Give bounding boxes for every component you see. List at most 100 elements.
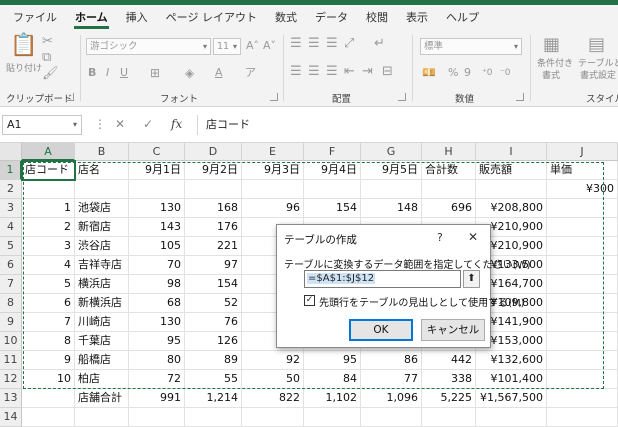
align-bottom-icon[interactable]: ☰: [326, 37, 338, 51]
column-header-f[interactable]: F: [304, 143, 361, 161]
cell-h13[interactable]: 5,225: [422, 389, 476, 408]
column-header-c[interactable]: C: [129, 143, 185, 161]
bold-icon[interactable]: B: [88, 66, 96, 80]
align-left-icon[interactable]: ☰: [290, 65, 302, 79]
cell-b14[interactable]: [75, 408, 129, 427]
tab-formulas[interactable]: 数式: [266, 5, 306, 31]
font-name-combo[interactable]: 游ゴシック ▾: [86, 38, 211, 55]
currency-icon[interactable]: 💴: [422, 66, 436, 80]
conditional-formatting-label[interactable]: 条件付き: [537, 59, 573, 69]
cell-h14[interactable]: [422, 408, 476, 427]
copy-icon[interactable]: ⧉: [42, 51, 51, 65]
name-box[interactable]: A1 ▾: [2, 115, 82, 135]
column-header-g[interactable]: G: [361, 143, 422, 161]
row-header-5[interactable]: 5: [0, 237, 22, 256]
alignment-launcher-icon[interactable]: [398, 93, 406, 101]
align-right-icon[interactable]: ☰: [326, 65, 338, 79]
tab-help[interactable]: ヘルプ: [437, 5, 488, 31]
row-header-3[interactable]: 3: [0, 199, 22, 218]
fill-color-icon[interactable]: ◈: [185, 66, 194, 80]
grow-font-icon[interactable]: A˄: [246, 39, 259, 53]
italic-icon[interactable]: I: [106, 66, 109, 80]
column-header-d[interactable]: D: [185, 143, 242, 161]
tab-data[interactable]: データ: [306, 5, 357, 31]
row-header-8[interactable]: 8: [0, 294, 22, 313]
number-launcher-icon[interactable]: [516, 93, 524, 101]
percent-icon[interactable]: %: [448, 66, 458, 80]
tab-view[interactable]: 表示: [397, 5, 437, 31]
comma-icon[interactable]: 9: [464, 66, 471, 80]
paste-icon[interactable]: 📋: [10, 35, 37, 57]
decrease-indent-icon[interactable]: ⇤: [344, 65, 355, 79]
row-header-10[interactable]: 10: [0, 332, 22, 351]
cell-g14[interactable]: [361, 408, 422, 427]
font-launcher-icon[interactable]: [270, 93, 278, 101]
cell-c14[interactable]: [129, 408, 185, 427]
borders-icon[interactable]: ⊞: [150, 66, 160, 80]
increase-indent-icon[interactable]: ⇥: [362, 65, 373, 79]
insert-function-icon[interactable]: fx: [171, 117, 182, 131]
tab-home[interactable]: ホーム: [66, 5, 117, 31]
column-header-i[interactable]: I: [476, 143, 547, 161]
enter-icon[interactable]: ✓: [143, 117, 153, 131]
row-header-7[interactable]: 7: [0, 275, 22, 294]
align-top-icon[interactable]: ☰: [290, 37, 302, 51]
cell-a14[interactable]: [22, 408, 75, 427]
tab-review[interactable]: 校閲: [357, 5, 397, 31]
wrap-text-icon[interactable]: ↵: [374, 37, 385, 51]
cell-a13[interactable]: [22, 389, 75, 408]
font-color-icon[interactable]: A: [215, 66, 223, 80]
column-header-a[interactable]: A: [22, 143, 75, 161]
increase-decimal-icon[interactable]: ⁺0: [482, 66, 492, 80]
column-header-j[interactable]: J: [547, 143, 618, 161]
cell-j13[interactable]: [547, 389, 618, 408]
column-header-h[interactable]: H: [422, 143, 476, 161]
underline-icon[interactable]: U: [120, 66, 128, 80]
header-row-checkbox-label[interactable]: 先頭行をテーブルの見出しとして使用する(M): [319, 294, 525, 309]
row-header-11[interactable]: 11: [0, 351, 22, 370]
orientation-icon[interactable]: ⤢: [344, 37, 354, 51]
column-header-e[interactable]: E: [242, 143, 304, 161]
cell-i14[interactable]: [476, 408, 547, 427]
cell-j14[interactable]: [547, 408, 618, 427]
cell-e13[interactable]: 822: [242, 389, 304, 408]
row-header-6[interactable]: 6: [0, 256, 22, 275]
cancel-icon[interactable]: ✕: [115, 117, 125, 131]
row-header-14[interactable]: 14: [0, 408, 22, 427]
column-header-b[interactable]: B: [75, 143, 129, 161]
row-header-4[interactable]: 4: [0, 218, 22, 237]
tab-page-layout[interactable]: ページ レイアウト: [157, 5, 266, 31]
format-as-table-icon[interactable]: ▤: [588, 36, 605, 54]
cut-icon[interactable]: ✂: [42, 35, 53, 49]
row-header-12[interactable]: 12: [0, 370, 22, 389]
cell-g13[interactable]: 1,096: [361, 389, 422, 408]
conditional-formatting-label-2[interactable]: 書式: [542, 71, 560, 81]
row-header-1[interactable]: 1: [0, 161, 22, 180]
align-middle-icon[interactable]: ☰: [308, 37, 320, 51]
header-row-checkbox[interactable]: ✓: [304, 295, 315, 306]
cancel-button[interactable]: キャンセル: [421, 319, 485, 341]
formula-input[interactable]: 店コード: [197, 115, 618, 135]
cell-c13[interactable]: 991: [129, 389, 185, 408]
select-all-corner[interactable]: [0, 143, 22, 161]
decrease-decimal-icon[interactable]: ⁻0: [500, 66, 510, 80]
close-icon[interactable]: ✕: [468, 230, 478, 244]
range-input[interactable]: =$A$1:$J$12: [304, 270, 461, 288]
font-size-combo[interactable]: 11 ▾: [213, 38, 241, 55]
number-format-combo[interactable]: 標準 ▾: [420, 38, 522, 55]
ok-button[interactable]: OK: [349, 319, 413, 341]
cell-f13[interactable]: 1,102: [304, 389, 361, 408]
row-header-13[interactable]: 13: [0, 389, 22, 408]
phonetic-icon[interactable]: ア: [245, 66, 256, 80]
cell-d13[interactable]: 1,214: [185, 389, 242, 408]
paste-label[interactable]: 貼り付け: [6, 64, 42, 74]
cell-e14[interactable]: [242, 408, 304, 427]
shrink-font-icon[interactable]: A˅: [263, 39, 276, 53]
cell-f14[interactable]: [304, 408, 361, 427]
cell-i13[interactable]: ¥1,567,500: [476, 389, 547, 408]
tab-insert[interactable]: 挿入: [117, 5, 157, 31]
help-icon[interactable]: ?: [437, 231, 443, 244]
align-center-icon[interactable]: ☰: [308, 65, 320, 79]
conditional-formatting-icon[interactable]: ▦: [543, 36, 560, 54]
format-as-table-label-2[interactable]: 書式設定: [580, 71, 616, 81]
